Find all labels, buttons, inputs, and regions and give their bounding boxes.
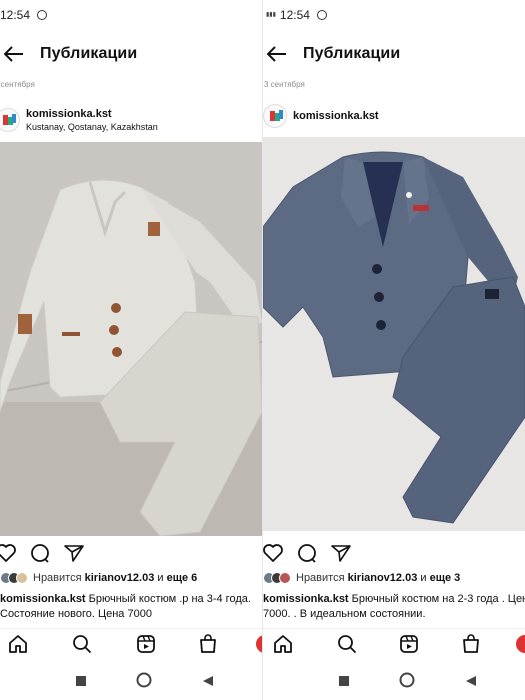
- page-title: Публикации: [40, 45, 138, 62]
- shop-icon[interactable]: [461, 634, 481, 654]
- post-date: 3 сентября: [264, 80, 305, 89]
- alarm-icon: [37, 10, 48, 20]
- likers-avatars: [0, 572, 28, 584]
- status-bar: ▮▮▮ 12:54: [263, 8, 327, 22]
- caption-line2: Состояние нового. Цена 7000: [0, 608, 152, 620]
- paper-plane-icon[interactable]: [331, 543, 351, 563]
- post-location[interactable]: Kustanay, Qostanay, Kazakhstan: [26, 122, 158, 132]
- caption-line1: Брючный костюм .р на 3-4 года.: [88, 593, 251, 605]
- home-icon[interactable]: [8, 634, 28, 654]
- home-circle-icon[interactable]: [399, 672, 415, 693]
- home-icon[interactable]: [273, 634, 293, 654]
- likes-rest[interactable]: еще 6: [167, 572, 198, 584]
- bottom-nav: [0, 628, 262, 658]
- paper-plane-icon[interactable]: [64, 543, 84, 563]
- system-nav-bar: [263, 668, 525, 696]
- avatar[interactable]: [263, 104, 287, 128]
- likes-prefix: Нравится: [33, 572, 82, 584]
- right-screenshot: ▮▮▮ 12:54 Публикации 3 сентября komissio…: [263, 0, 525, 700]
- post-header[interactable]: komissionka.kst Kustanay, Qostanay, Kaza…: [0, 108, 158, 132]
- heart-icon[interactable]: [0, 543, 16, 563]
- alarm-icon: [316, 10, 327, 20]
- post-username[interactable]: komissionka.kst: [293, 110, 379, 122]
- status-time: 12:54: [279, 8, 310, 22]
- post-photo[interactable]: [0, 142, 262, 536]
- caption-username[interactable]: komissionka.kst: [0, 593, 86, 605]
- page-title: Публикации: [303, 45, 401, 62]
- comment-icon[interactable]: [297, 543, 317, 563]
- heart-icon[interactable]: [263, 543, 283, 563]
- search-icon[interactable]: [72, 634, 92, 654]
- post-actions: [0, 543, 84, 563]
- left-screenshot: 12:54 Публикации 3 сентября komissionka.…: [0, 0, 262, 700]
- caption-line2: 7000. . В идеальном состоянии.: [263, 608, 426, 620]
- likers-avatars: [263, 572, 291, 584]
- top-bar: Публикации: [263, 40, 525, 68]
- avatar[interactable]: [0, 108, 20, 132]
- system-nav-bar: [0, 668, 262, 696]
- likes-user[interactable]: kirianov12.03: [85, 572, 155, 584]
- likes-line[interactable]: Нравится kirianov12.03 и еще 3: [263, 572, 460, 584]
- profile-avatar-icon[interactable]: [255, 634, 262, 654]
- likes-line[interactable]: Нравится kirianov12.03 и еще 6: [0, 572, 197, 584]
- likes-user[interactable]: kirianov12.03: [348, 572, 418, 584]
- post-caption: komissionka.kst Брючный костюм .р на 3-4…: [0, 592, 262, 622]
- caption-username[interactable]: komissionka.kst: [263, 593, 349, 605]
- likes-middle: и: [420, 572, 427, 584]
- post-username[interactable]: komissionka.kst: [26, 108, 158, 120]
- bottom-nav: [263, 628, 525, 658]
- shop-icon[interactable]: [198, 634, 218, 654]
- status-time: 12:54: [0, 8, 31, 22]
- home-circle-icon[interactable]: [136, 672, 152, 693]
- search-icon[interactable]: [337, 634, 357, 654]
- likes-prefix: Нравится: [296, 572, 345, 584]
- status-bar: 12:54: [0, 8, 48, 22]
- comment-icon[interactable]: [30, 543, 50, 563]
- back-triangle-icon[interactable]: [465, 674, 477, 692]
- post-caption: komissionka.kst Брючный костюм на 2-3 го…: [263, 592, 525, 622]
- likes-middle: и: [157, 572, 164, 584]
- caption-line1: Брючный костюм на 2-3 года . Цена: [351, 593, 525, 605]
- post-actions: [263, 543, 351, 563]
- back-arrow-icon[interactable]: [265, 42, 289, 66]
- likes-rest[interactable]: еще 3: [430, 572, 461, 584]
- profile-avatar-icon[interactable]: [515, 634, 525, 654]
- top-bar: Публикации: [0, 40, 262, 68]
- recents-square-icon[interactable]: [338, 674, 350, 692]
- recents-square-icon[interactable]: [75, 674, 87, 692]
- post-header[interactable]: komissionka.kst: [263, 104, 379, 128]
- back-arrow-icon[interactable]: [2, 42, 26, 66]
- back-triangle-icon[interactable]: [202, 674, 214, 692]
- post-date: 3 сентября: [0, 80, 35, 89]
- reels-icon[interactable]: [399, 634, 419, 654]
- signal-icon: ▮▮▮: [266, 12, 276, 18]
- post-photo[interactable]: [263, 137, 525, 531]
- reels-icon[interactable]: [136, 634, 156, 654]
